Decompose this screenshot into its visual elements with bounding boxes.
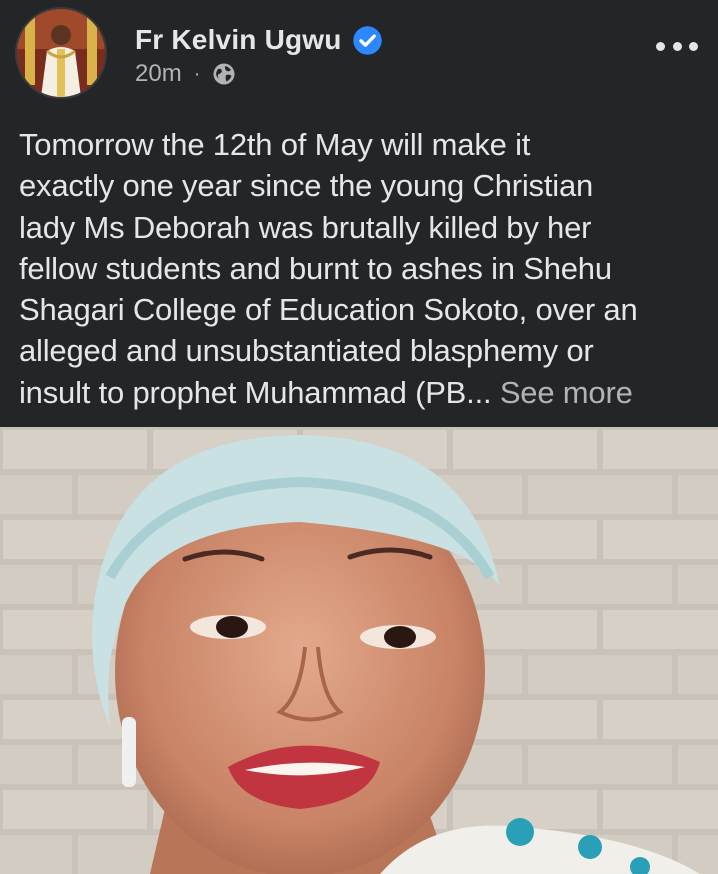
post-text-line: fellow students and burnt to ashes in Sh… <box>19 250 612 286</box>
see-more-link[interactable]: See more <box>500 375 633 410</box>
globe-icon[interactable] <box>212 62 236 86</box>
avatar-image <box>17 9 105 97</box>
post-text-line: exactly one year since the young Christi… <box>19 168 594 204</box>
post-text-line: alleged and unsubstantiated blasphemy or <box>19 333 594 369</box>
more-options-icon[interactable] <box>656 36 698 56</box>
portrait-photo <box>0 427 718 874</box>
post-meta: 20m · <box>135 58 236 90</box>
more-dot <box>689 41 698 51</box>
post-timestamp[interactable]: 20m <box>135 60 182 88</box>
post-photo[interactable] <box>0 427 718 874</box>
author-avatar[interactable] <box>17 9 105 97</box>
facebook-post: Fr Kelvin Ugwu 20m · Tomorrow the 12th o… <box>0 0 718 874</box>
verified-badge-icon <box>352 25 383 56</box>
post-text-last-line: insult to prophet Muhammad (PB... See mo… <box>19 372 709 413</box>
post-text-line: lady Ms Deborah was brutally killed by h… <box>19 209 592 245</box>
more-dot <box>656 41 665 51</box>
post-text-line: Tomorrow the 12th of May will make it <box>19 127 531 162</box>
more-dot <box>672 41 682 51</box>
author-name-row: Fr Kelvin Ugwu <box>135 20 383 60</box>
post-text-line: Shagari College of Education Sokoto, ove… <box>19 292 638 328</box>
post-text-truncated: insult to prophet Muhammad (PB... <box>19 374 492 410</box>
author-name[interactable]: Fr Kelvin Ugwu <box>135 24 342 56</box>
meta-separator: · <box>193 62 201 85</box>
post-header: Fr Kelvin Ugwu 20m · <box>0 0 718 115</box>
post-text: Tomorrow the 12th of May will make it ex… <box>19 124 709 413</box>
